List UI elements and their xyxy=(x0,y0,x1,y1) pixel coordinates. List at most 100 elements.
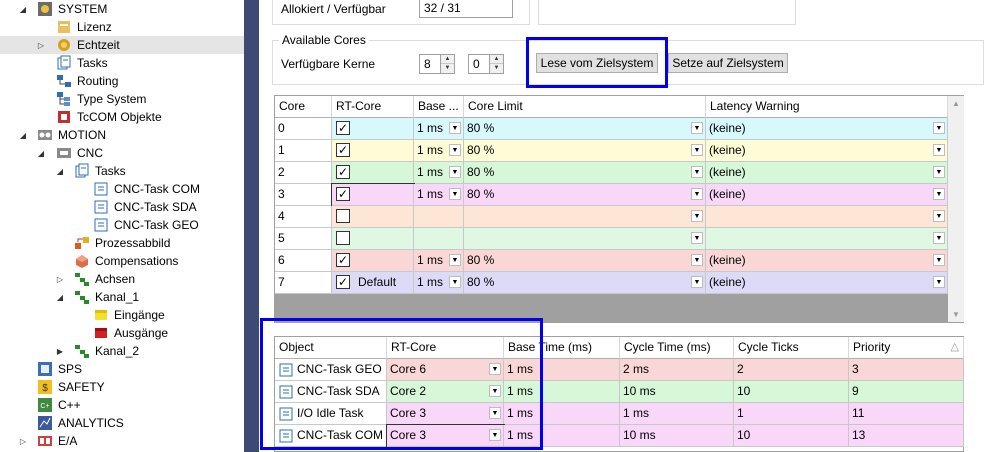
tree-item-type-system[interactable]: Type System xyxy=(0,90,244,108)
tree-item-system[interactable]: ◢ SYSTEM xyxy=(0,0,244,18)
tree-item-prozessabbild[interactable]: Prozessabbild xyxy=(0,234,244,252)
rt-core-checkbox[interactable] xyxy=(336,231,350,245)
dropdown-arrow-icon[interactable]: ▼ xyxy=(449,254,461,266)
column-header-cycle-time[interactable]: Cycle Time (ms) xyxy=(620,337,734,359)
dropdown-arrow-icon[interactable]: ▼ xyxy=(691,166,703,178)
dropdown-arrow-icon[interactable]: ▼ xyxy=(691,144,703,156)
priority-cell[interactable]: 13 xyxy=(849,425,964,447)
cycle-time-cell[interactable]: 10 ms xyxy=(620,381,734,403)
core-limit-cell[interactable]: 80 % ▼ xyxy=(464,140,706,162)
cycle-time-cell[interactable]: 1 ms xyxy=(620,403,734,425)
tree-item-cnc[interactable]: ◢ CNC xyxy=(0,144,244,162)
rt-core-checkbox[interactable]: ✓ xyxy=(336,121,350,135)
column-header-latency-warning[interactable]: Latency Warning xyxy=(706,96,948,118)
core-limit-cell[interactable]: 80 % ▼ xyxy=(464,118,706,140)
rt-core-cell[interactable]: ✓ xyxy=(332,250,414,272)
latency-warning-cell[interactable]: (keine) ▼ xyxy=(706,140,948,162)
available-cores-input-1[interactable]: 8 xyxy=(419,54,441,74)
latency-warning-cell[interactable]: (keine) ▼ xyxy=(706,272,948,294)
tree-item-compensations[interactable]: Compensations xyxy=(0,252,244,270)
rt-core-cell[interactable]: ✓ Default xyxy=(332,272,414,294)
rt-core-checkbox[interactable]: ✓ xyxy=(336,143,350,157)
collapse-arrow-icon[interactable]: ◢ xyxy=(36,144,46,162)
column-header-core-limit[interactable]: Core Limit xyxy=(464,96,706,118)
tree-item-cpp[interactable]: C+ C++ xyxy=(0,396,244,414)
column-header-priority[interactable]: Priority △ xyxy=(849,337,964,359)
priority-cell[interactable]: 11 xyxy=(849,403,964,425)
latency-warning-cell[interactable]: (keine) ▼ xyxy=(706,250,948,272)
expand-arrow-icon[interactable]: ▷ xyxy=(36,36,46,54)
latency-warning-cell[interactable]: (keine) ▼ xyxy=(706,162,948,184)
core-cell[interactable]: 4 xyxy=(275,206,332,228)
collapse-arrow-icon[interactable]: ◢ xyxy=(18,126,28,144)
rt-core-cell[interactable]: ✓ xyxy=(331,183,415,207)
core-limit-cell[interactable]: 80 % ▼ xyxy=(464,272,706,294)
tree-item-lizenz[interactable]: Lizenz xyxy=(0,18,244,36)
cycle-ticks-cell[interactable]: 10 xyxy=(734,425,849,447)
tree-item-ausgaenge[interactable]: Ausgänge xyxy=(0,324,244,342)
core-cell[interactable]: 6 xyxy=(275,250,332,272)
core-grid-scrollbar[interactable]: ▲ ▼ xyxy=(948,96,964,322)
dropdown-arrow-icon[interactable]: ▼ xyxy=(933,144,945,156)
dropdown-arrow-icon[interactable]: ▼ xyxy=(933,188,945,200)
tree-item-echtzeit[interactable]: ▷ Echtzeit xyxy=(0,36,244,54)
sort-ascending-icon[interactable]: △ xyxy=(951,340,959,353)
column-header-core[interactable]: Core xyxy=(275,96,332,118)
tree-item-cnc-task-com[interactable]: CNC-Task COM xyxy=(0,180,244,198)
base-time-cell[interactable]: 1 ms ▼ xyxy=(414,162,464,184)
column-header-cycle-ticks[interactable]: Cycle Ticks xyxy=(734,337,849,359)
rt-core-checkbox[interactable]: ✓ xyxy=(336,187,350,201)
collapse-arrow-icon[interactable]: ◢ xyxy=(55,288,65,306)
latency-warning-cell[interactable]: ▼ xyxy=(706,206,948,228)
core-cell[interactable]: 0 xyxy=(275,118,332,140)
available-cores-spinner-1[interactable]: ▲ ▼ xyxy=(441,54,455,74)
latency-warning-cell[interactable]: (keine) ▼ xyxy=(706,118,948,140)
available-cores-input-2[interactable]: 0 xyxy=(468,54,490,74)
core-cell[interactable]: 2 xyxy=(275,162,332,184)
expand-arrow-icon[interactable]: ▷ xyxy=(18,432,28,450)
cycle-time-cell[interactable]: 2 ms xyxy=(620,359,734,381)
tree-item-cnc-tasks[interactable]: ◢ Tasks xyxy=(0,162,244,180)
dropdown-arrow-icon[interactable]: ▼ xyxy=(449,166,461,178)
cycle-ticks-cell[interactable]: 10 xyxy=(734,381,849,403)
rt-core-cell[interactable] xyxy=(332,228,414,250)
core-limit-cell[interactable]: ▼ xyxy=(464,228,706,250)
dropdown-arrow-icon[interactable]: ▼ xyxy=(933,210,945,222)
core-limit-cell[interactable]: ▼ xyxy=(464,206,706,228)
column-header-base[interactable]: Base ... xyxy=(414,96,464,118)
dropdown-arrow-icon[interactable]: ▼ xyxy=(449,188,461,200)
dropdown-arrow-icon[interactable]: ▼ xyxy=(933,232,945,244)
rt-core-cell[interactable]: ✓ xyxy=(332,140,414,162)
rt-core-checkbox[interactable]: ✓ xyxy=(336,165,350,179)
tree-item-tasks[interactable]: Tasks xyxy=(0,54,244,72)
rt-core-checkbox[interactable] xyxy=(336,209,350,223)
dropdown-arrow-icon[interactable]: ▼ xyxy=(933,276,945,288)
available-cores-spinner-2[interactable]: ▲ ▼ xyxy=(490,54,504,74)
dropdown-arrow-icon[interactable]: ▼ xyxy=(691,210,703,222)
collapse-arrow-icon[interactable]: ◢ xyxy=(55,162,65,180)
base-time-cell[interactable]: 1 ms ▼ xyxy=(414,184,464,206)
core-cell[interactable]: 1 xyxy=(275,140,332,162)
base-time-cell[interactable]: 1 ms ▼ xyxy=(414,250,464,272)
dropdown-arrow-icon[interactable]: ▼ xyxy=(691,254,703,266)
cycle-ticks-cell[interactable]: 1 xyxy=(734,403,849,425)
scroll-up-icon[interactable]: ▲ xyxy=(948,99,964,108)
priority-cell[interactable]: 3 xyxy=(849,359,964,381)
core-limit-cell[interactable]: 80 % ▼ xyxy=(464,184,706,206)
rt-core-cell[interactable] xyxy=(332,206,414,228)
core-cell[interactable]: 5 xyxy=(275,228,332,250)
tree-item-cnc-task-sda[interactable]: CNC-Task SDA xyxy=(0,198,244,216)
tree-item-routing[interactable]: Routing xyxy=(0,72,244,90)
dropdown-arrow-icon[interactable]: ▼ xyxy=(691,188,703,200)
rt-core-checkbox[interactable]: ✓ xyxy=(336,275,350,289)
column-header-rt-core[interactable]: RT-Core xyxy=(332,96,414,118)
priority-cell[interactable]: 9 xyxy=(849,381,964,403)
dropdown-arrow-icon[interactable]: ▼ xyxy=(933,254,945,266)
spin-up-icon[interactable]: ▲ xyxy=(490,55,503,64)
spin-down-icon[interactable]: ▼ xyxy=(441,64,454,73)
core-limit-cell[interactable]: 80 % ▼ xyxy=(464,250,706,272)
write-to-target-button[interactable]: Setze auf Zielsystem xyxy=(668,53,788,73)
latency-warning-cell[interactable]: (keine) ▼ xyxy=(706,184,948,206)
base-time-cell[interactable]: 1 ms ▼ xyxy=(414,272,464,294)
rt-core-checkbox[interactable]: ✓ xyxy=(336,253,350,267)
